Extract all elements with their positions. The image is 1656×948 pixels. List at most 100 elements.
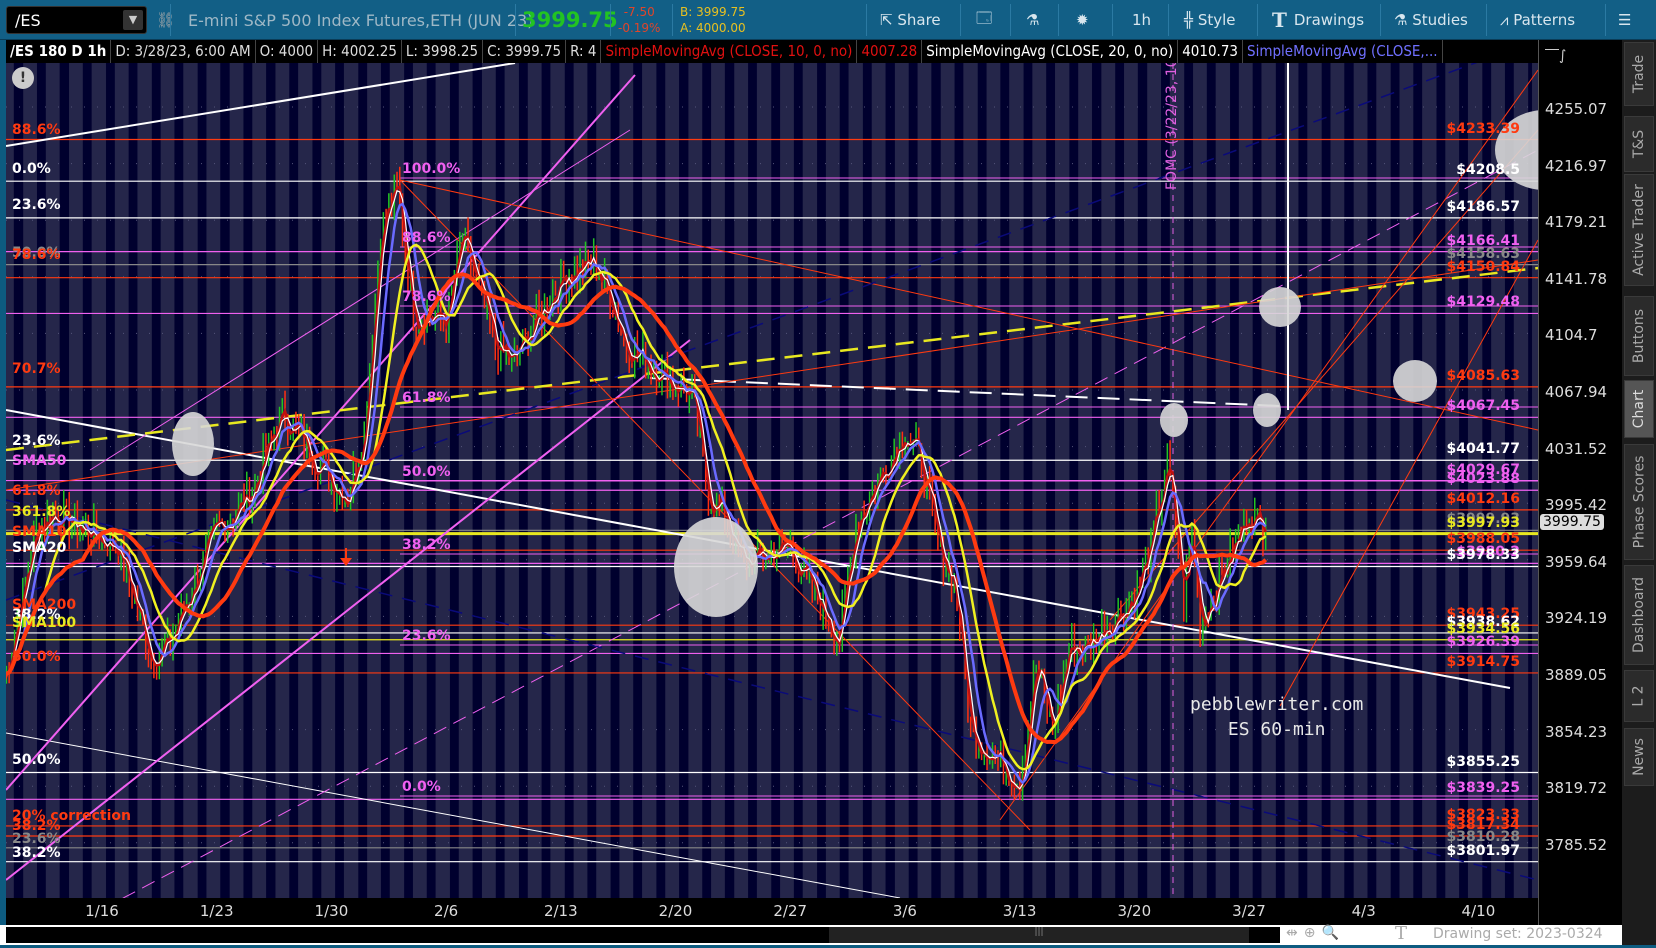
price-tick: 3854.23 [1545, 722, 1608, 741]
date-tick: 1/23 [199, 902, 234, 920]
date-axis[interactable]: 1/16 1/23 1/30 2/6 2/13 2/20 2/27 3/6 3/13 3/20 3/… [6, 898, 1538, 925]
price-tick: 3924.19 [1545, 609, 1608, 628]
fib-label: SMA10 [12, 524, 67, 540]
sidebar-tabs: Trade T&S Active Trader Buttons Chart Phase S… [1622, 40, 1656, 945]
share-label: Share [897, 11, 941, 29]
text-tool-icon[interactable]: T [1395, 923, 1407, 944]
date-tick: 3/20 [1117, 902, 1152, 920]
patterns-button[interactable]: ⩘ Patterns [1500, 0, 1575, 40]
patterns-label: Patterns [1513, 11, 1576, 29]
style-button[interactable]: ╬ Style [1184, 0, 1236, 40]
symbol-period: /ES 180 D 1h [6, 40, 112, 63]
studies-button[interactable]: ⚗ Studies [1394, 0, 1468, 40]
zoom-icon[interactable]: 🔍 [1321, 925, 1344, 941]
drawings-button[interactable]: T Drawings [1272, 0, 1364, 40]
share-button[interactable]: ⇱ Share [880, 0, 941, 40]
bid: B: 3999.75 [680, 5, 746, 19]
price-level-label: $4023.88 [1446, 471, 1520, 488]
price-tick: 4216.97 [1545, 156, 1608, 175]
chevron-down-icon[interactable]: ▼ [123, 10, 143, 30]
price-tick: 4141.78 [1545, 269, 1608, 288]
style-label: Style [1197, 11, 1236, 29]
sidebar-tab-news[interactable]: News [1624, 728, 1654, 786]
fib-label: 38.2% [12, 845, 61, 861]
text-tool-icon: T [1272, 8, 1294, 32]
menu-icon[interactable]: ☰ [1618, 0, 1631, 40]
chart-canvas [6, 63, 1538, 898]
flask-icon[interactable]: ⚗ [1026, 0, 1039, 40]
fib-label: 88.6% [12, 122, 61, 138]
fib-label: SMA100 [12, 615, 77, 631]
price-tick: 3785.52 [1545, 835, 1608, 854]
price-tick: 3889.05 [1545, 666, 1608, 684]
date-tick: 2/27 [773, 902, 808, 920]
bar-high: H: 4002.25 [318, 40, 402, 63]
price-axis[interactable]: ⎺∫ 4255.07 4216.97 4179.21 4141.78 4104.7 406… [1538, 40, 1622, 925]
sidebar-tab-active-trader[interactable]: Active Trader [1624, 174, 1654, 286]
scrollbar-thumb[interactable]: ||| [829, 927, 1249, 943]
fib-label: 50.0% [12, 752, 61, 768]
fib-label: 0.0% [402, 779, 441, 795]
date-tick: 4/10 [1461, 902, 1496, 920]
price-tick: 4104.7 [1545, 326, 1598, 345]
sidebar-tab-label: Buttons [1631, 308, 1648, 364]
price-level-label: $3926.39 [1446, 634, 1520, 651]
fib-label: 23.6% [12, 433, 61, 449]
price-level-label: $3801.97 [1446, 842, 1520, 859]
price-level-label: $3855.25 [1446, 753, 1520, 770]
fib-label: 78.6% [402, 289, 451, 305]
date-tick: 2/13 [543, 902, 578, 920]
horizontal-scrollbar[interactable]: ||| [6, 927, 1280, 943]
expand-icon[interactable]: ⎺∫ [1545, 48, 1566, 64]
fib-label: 38.2% [402, 537, 451, 553]
price-bars [6, 166, 1267, 801]
timeframe-button[interactable]: 1h [1132, 0, 1151, 40]
sidebar-tab-trade[interactable]: Trade [1624, 42, 1654, 106]
pan-icon[interactable]: ⇹ [1286, 925, 1304, 941]
sma20-study[interactable]: SimpleMovingAvg (CLOSE, 20, 0, no) [922, 40, 1179, 63]
drawing-set[interactable]: Drawing set: 2023-0324 [1433, 926, 1603, 942]
info-line: /ES 180 D 1h D: 3/28/23, 6:00 AM O: 4000… [6, 40, 1538, 63]
date-tick: 1/30 [314, 902, 349, 920]
fib-label: 78.6% [12, 247, 61, 263]
ask: A: 4000.00 [680, 21, 746, 35]
gear-icon[interactable]: ✹ [1076, 0, 1089, 40]
price-tick: 4179.21 [1545, 213, 1608, 232]
price-level-label: $4012.16 [1446, 490, 1520, 507]
bar-open: O: 4000 [256, 40, 319, 63]
sidebar-tab-label: Active Trader [1631, 184, 1647, 276]
price-level-label: $4041.77 [1446, 441, 1520, 458]
fib-label: 50.0% [12, 649, 61, 665]
price-chart[interactable]: 88.6% 0.0% 23.6% 50.0% 78.6% 70.7% 23.6% SMA50 6… [6, 63, 1538, 898]
price-level-label: $3914.75 [1446, 653, 1520, 670]
date-tick: 4/3 [1351, 902, 1376, 920]
alert-icon[interactable]: ! [12, 67, 34, 89]
sma10-study[interactable]: SimpleMovingAvg (CLOSE, 10, 0, no) [601, 40, 858, 63]
fib-label: 23.6% [12, 197, 61, 213]
sidebar-tab-label: Trade [1631, 54, 1647, 94]
alert-icon[interactable]: 🗔 [976, 0, 992, 40]
link-icon[interactable]: ⛓ [156, 0, 175, 40]
fib-label: 61.8% [402, 390, 451, 406]
crosshair-icon[interactable]: ⊕ [1304, 925, 1322, 941]
sidebar-tab-dashboard[interactable]: Dashboard [1624, 565, 1654, 665]
price-level-label: $4129.48 [1446, 294, 1520, 311]
watermark-site: pebblewriter.com [1190, 694, 1364, 715]
sidebar-tab-phase-scores[interactable]: Phase Scores [1624, 444, 1654, 560]
candle-icon: ╬ [1184, 11, 1198, 29]
bar-low: L: 3998.25 [402, 40, 484, 63]
net-change-pct: -0.19% [618, 21, 661, 35]
net-change: -7.50 [623, 5, 655, 19]
bar-range: R: 4 [566, 40, 602, 63]
sidebar-tab-buttons[interactable]: Buttons [1624, 296, 1654, 376]
fib-label: 70.7% [12, 361, 61, 377]
sidebar-tab-chart[interactable]: Chart [1624, 380, 1654, 438]
toolbar: /ES ▼ ⛓ E-mini S&P 500 Index Futures,ETH … [0, 0, 1656, 40]
sidebar-tab-label: L 2 [1630, 685, 1647, 707]
symbol-input[interactable]: /ES ▼ [6, 6, 147, 34]
zoom-controls[interactable]: ⇹⊕🔍 [1286, 925, 1345, 941]
sma50-study[interactable]: SimpleMovingAvg (CLOSE,... [1243, 40, 1443, 63]
sidebar-tab-t-s[interactable]: T&S [1624, 116, 1654, 172]
sidebar-tab-l-2[interactable]: L 2 [1624, 670, 1654, 722]
price-level-label: $4150.84 [1446, 258, 1520, 275]
